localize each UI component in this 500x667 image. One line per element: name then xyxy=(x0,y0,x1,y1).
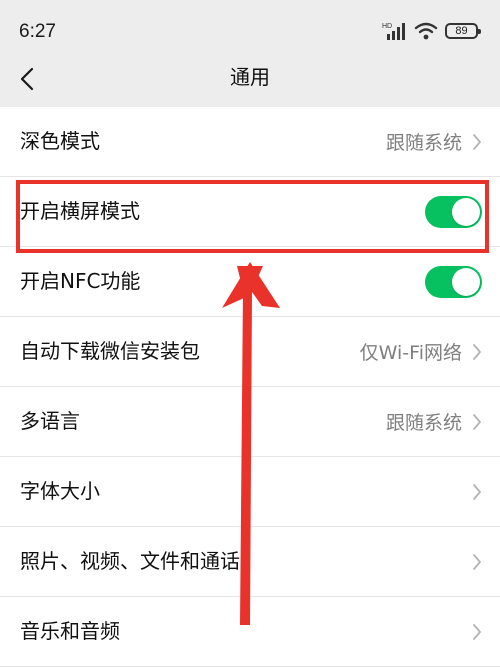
settings-list: 深色模式 跟随系统 开启横屏模式 开启NFC功能 自动下载微信安装包 仅Wi-F… xyxy=(0,107,500,667)
setting-value: 跟随系统 xyxy=(385,132,462,154)
setting-row-auto-download[interactable]: 自动下载微信安装包 仅Wi-Fi网络 xyxy=(0,317,500,387)
setting-label: 字体大小 xyxy=(20,479,100,503)
battery-icon: 89 xyxy=(445,23,481,39)
setting-label: 音乐和音频 xyxy=(20,619,120,643)
nfc-toggle[interactable] xyxy=(425,265,482,298)
toggle-knob xyxy=(452,197,480,226)
wifi-icon xyxy=(414,22,438,40)
landscape-mode-toggle[interactable] xyxy=(425,195,482,228)
setting-row-dark-mode[interactable]: 深色模式 跟随系统 xyxy=(0,107,500,177)
setting-label: 照片、视频、文件和通话 xyxy=(20,549,240,573)
status-icons: HD 89 xyxy=(382,18,481,44)
setting-row-nfc[interactable]: 开启NFC功能 xyxy=(0,247,500,317)
setting-label: 深色模式 xyxy=(20,129,100,153)
chevron-right-icon xyxy=(472,343,482,361)
battery-level: 89 xyxy=(455,25,468,37)
chevron-right-icon xyxy=(472,413,482,431)
setting-label: 开启横屏模式 xyxy=(20,199,140,223)
chevron-right-icon xyxy=(472,133,482,151)
status-time: 6:27 xyxy=(19,21,56,42)
setting-row-landscape-mode[interactable]: 开启横屏模式 xyxy=(0,177,500,247)
chevron-right-icon xyxy=(472,553,482,571)
toggle-knob xyxy=(452,267,480,296)
page-title: 通用 xyxy=(230,65,270,89)
setting-row-language[interactable]: 多语言 跟随系统 xyxy=(0,387,500,457)
chevron-right-icon xyxy=(472,623,482,641)
setting-value: 仅Wi-Fi网络 xyxy=(359,342,462,364)
setting-value: 跟随系统 xyxy=(385,412,462,434)
chevron-right-icon xyxy=(472,483,482,501)
setting-row-music-audio[interactable]: 音乐和音频 xyxy=(0,597,500,667)
setting-row-font-size[interactable]: 字体大小 xyxy=(0,457,500,527)
setting-label: 开启NFC功能 xyxy=(20,269,141,293)
status-bar: 6:27 HD 89 xyxy=(0,0,500,56)
signal-icon: HD xyxy=(382,23,405,40)
nav-bar: 通用 xyxy=(0,56,500,107)
setting-row-media[interactable]: 照片、视频、文件和通话 xyxy=(0,527,500,597)
setting-label: 多语言 xyxy=(20,409,80,433)
signal-hd-label: HD xyxy=(382,23,392,30)
setting-label: 自动下载微信安装包 xyxy=(20,339,200,363)
